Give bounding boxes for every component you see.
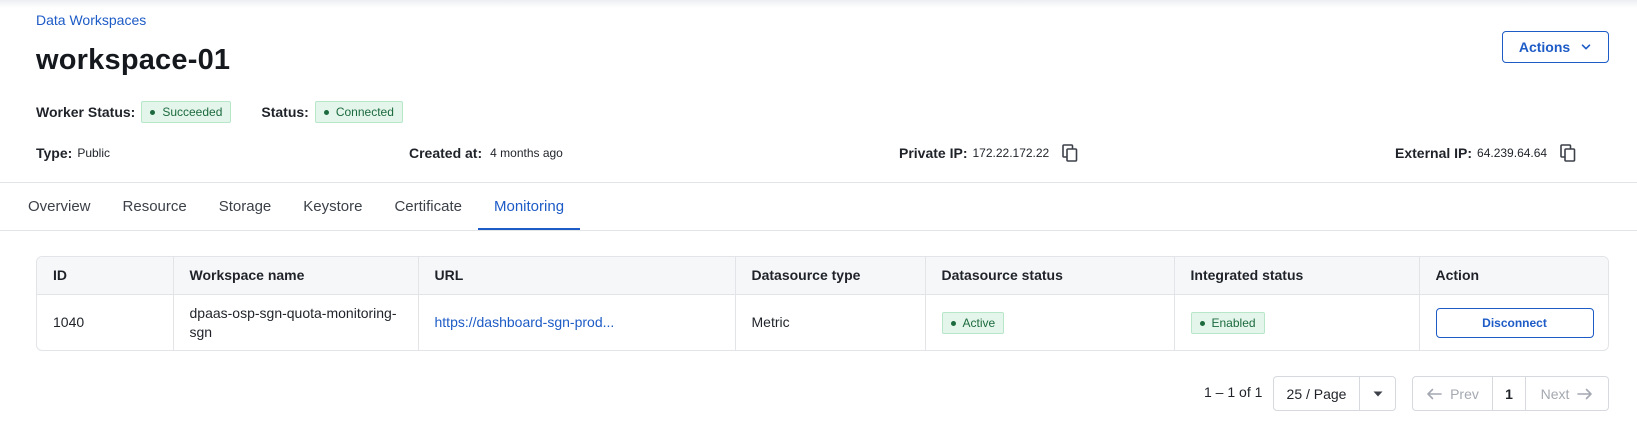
created-value: 4 months ago <box>490 146 563 160</box>
page-size-dropdown-toggle[interactable] <box>1360 377 1395 410</box>
external-ip-value: 64.239.64.64 <box>1477 146 1548 160</box>
worker-status-label: Worker Status: <box>36 104 136 120</box>
cell-id: 1040 <box>37 294 174 350</box>
tab-certificate[interactable]: Certificate <box>378 183 478 231</box>
top-shadow <box>0 0 1637 8</box>
tab-overview[interactable]: Overview <box>12 183 107 231</box>
private-ip-label: Private IP: <box>899 145 968 161</box>
integrated-status-badge: Enabled <box>1190 312 1265 334</box>
tab-bar: Overview Resource Storage Keystore Certi… <box>12 183 581 231</box>
integrated-status-value: Enabled <box>1211 315 1256 330</box>
monitoring-table: ID Workspace name URL Datasource type Da… <box>36 256 1609 351</box>
status-dot-icon <box>323 109 329 115</box>
next-page-button[interactable]: Next <box>1526 377 1608 410</box>
cell-integrated-status: Enabled <box>1174 294 1420 350</box>
column-header-integrated-status: Integrated status <box>1174 257 1420 295</box>
cell-workspace-name: dpaas-osp-sgn-quota-monitoring-sgn <box>173 294 419 350</box>
status-label: Status: <box>261 104 309 120</box>
column-header-datasource-status: Datasource status <box>925 257 1175 295</box>
datasource-status-value: Active <box>962 315 996 330</box>
cell-datasource-status: Active <box>925 294 1175 350</box>
copy-icon[interactable] <box>1062 144 1078 162</box>
created-label: Created at: <box>409 145 483 161</box>
actions-button-label: Actions <box>1518 39 1571 55</box>
tab-storage[interactable]: Storage <box>203 183 288 231</box>
arrow-right-icon <box>1577 388 1593 399</box>
cell-datasource-type: Metric <box>735 294 926 350</box>
status-dot-icon <box>150 109 156 115</box>
tab-resource[interactable]: Resource <box>107 183 203 231</box>
page-number-1[interactable]: 1 <box>1493 377 1526 410</box>
workspace-detail-page: Data Workspaces workspace-01 Actions Wor… <box>0 0 1637 430</box>
copy-icon[interactable] <box>1560 144 1576 162</box>
connection-status-badge: Connected <box>314 101 403 123</box>
column-header-action: Action <box>1419 257 1608 295</box>
type-info: Type: Public <box>36 143 110 163</box>
arrow-left-icon <box>1427 388 1442 399</box>
column-header-url: URL <box>418 257 736 295</box>
cell-url: https://dashboard-sgn-prod... <box>418 294 736 350</box>
prev-page-button[interactable]: Prev <box>1413 377 1493 410</box>
column-header-id: ID <box>37 257 174 295</box>
worker-status-badge: Succeeded <box>141 101 232 123</box>
next-label: Next <box>1540 385 1570 402</box>
chevron-down-icon <box>1581 44 1591 50</box>
pagination-controls: Prev 1 Next <box>1412 376 1609 411</box>
prev-label: Prev <box>1450 385 1479 402</box>
dashboard-url-link[interactable]: https://dashboard-sgn-prod... <box>435 314 615 330</box>
status-dot-icon <box>950 320 956 326</box>
status-row: Worker Status: Succeeded Status: Connect… <box>36 101 403 123</box>
table-header-row: ID Workspace name URL Datasource type Da… <box>37 257 1608 295</box>
pagination-range: 1 – 1 of 1 <box>1204 384 1263 400</box>
private-ip-info: Private IP: 172.22.172.22 <box>899 143 1078 163</box>
page-size-value: 25 / Page <box>1274 377 1360 410</box>
disconnect-button[interactable]: Disconnect <box>1435 307 1594 338</box>
column-header-workspace-name: Workspace name <box>173 257 419 295</box>
column-header-datasource-type: Datasource type <box>735 257 926 295</box>
page-size-select[interactable]: 25 / Page <box>1273 376 1396 411</box>
status-dot-icon <box>1199 320 1205 326</box>
private-ip-value: 172.22.172.22 <box>972 146 1050 160</box>
worker-status-value: Succeeded <box>162 105 223 119</box>
type-value: Public <box>77 146 110 160</box>
connection-status-value: Connected <box>335 105 394 119</box>
caret-down-icon <box>1373 391 1382 396</box>
datasource-status-badge: Active <box>941 312 1005 334</box>
type-label: Type: <box>36 145 73 161</box>
tabs-divider <box>0 230 1637 231</box>
cell-action: Disconnect <box>1419 294 1608 350</box>
tab-keystore[interactable]: Keystore <box>287 183 378 231</box>
tab-monitoring[interactable]: Monitoring <box>478 183 581 231</box>
external-ip-info: External IP: 64.239.64.64 <box>1395 143 1576 163</box>
actions-button[interactable]: Actions <box>1502 31 1609 63</box>
breadcrumb-data-workspaces[interactable]: Data Workspaces <box>36 12 146 28</box>
created-info: Created at: 4 months ago <box>409 143 563 163</box>
table-row: 1040 dpaas-osp-sgn-quota-monitoring-sgn … <box>37 294 1608 350</box>
external-ip-label: External IP: <box>1395 145 1473 161</box>
page-title: workspace-01 <box>36 44 231 76</box>
